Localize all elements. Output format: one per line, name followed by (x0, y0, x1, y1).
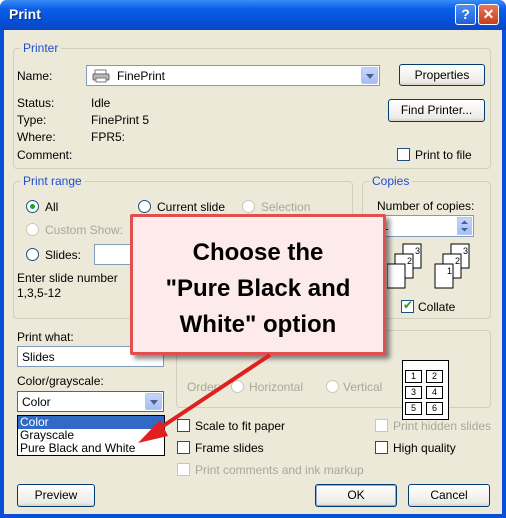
properties-button[interactable]: Properties (399, 64, 485, 86)
page-number-3: 3 (405, 386, 422, 399)
svg-text:3: 3 (415, 246, 420, 256)
ok-button[interactable]: OK (315, 484, 397, 507)
slide-number-example: 1,3,5-12 (17, 286, 62, 300)
slide-number-hint: Enter slide number (17, 271, 118, 285)
printer-legend: Printer (20, 41, 62, 55)
callout-text: Choose the "Pure Black and White" option (165, 239, 351, 338)
print-to-file-checkbox[interactable] (397, 148, 410, 161)
printer-name-label: Name: (17, 69, 53, 83)
find-printer-label: Find Printer... (400, 103, 473, 117)
page-number-2: 2 (426, 370, 443, 383)
instruction-callout: Choose the "Pure Black and White" option (130, 214, 386, 355)
print-range-legend: Print range (20, 174, 85, 188)
selection-label: Selection (261, 200, 311, 214)
status-value: Idle (91, 96, 111, 110)
high-quality-checkbox[interactable] (375, 441, 388, 454)
svg-text:1: 1 (447, 266, 452, 276)
print-dialog: Print ? ✕ Printer Name: FinePrint Proper… (0, 0, 506, 518)
custom-show-label: Custom Show: (45, 223, 124, 237)
help-button[interactable]: ? (455, 4, 476, 25)
number-of-copies-label: Number of copies: (377, 199, 475, 213)
print-hidden-checkbox[interactable] (375, 419, 388, 432)
cancel-button[interactable]: Cancel (408, 484, 490, 507)
high-quality-label: High quality (393, 441, 456, 455)
print-hidden-label: Print hidden slides (393, 419, 492, 433)
print-what-label: Print what: (17, 330, 74, 344)
ok-label: OK (347, 488, 365, 502)
color-grayscale-value: Color (22, 395, 51, 409)
all-label: All (45, 200, 59, 214)
slides-label: Slides: (45, 248, 82, 262)
cancel-label: Cancel (430, 488, 468, 502)
print-what-value: Slides (22, 350, 55, 364)
vertical-radio[interactable] (326, 380, 339, 393)
current-slide-label: Current slide (157, 200, 226, 214)
print-comments-label: Print comments and ink markup (195, 463, 364, 477)
collate-label: Collate (418, 300, 456, 314)
where-value: FPR5: (91, 130, 126, 144)
type-value: FinePrint 5 (91, 113, 150, 127)
page-number-5: 5 (405, 402, 422, 415)
preview-button[interactable]: Preview (17, 484, 95, 507)
print-to-file-label: Print to file (415, 148, 472, 162)
close-button[interactable]: ✕ (478, 4, 499, 25)
printer-icon (92, 69, 110, 83)
comment-label: Comment: (17, 148, 73, 162)
collate-icon: 32 321 (386, 242, 477, 297)
window-title: Print (9, 6, 41, 22)
svg-text:2: 2 (455, 256, 460, 266)
type-label: Type: (17, 113, 47, 127)
status-label: Status: (17, 96, 55, 110)
copies-legend: Copies (369, 174, 413, 188)
where-label: Where: (17, 130, 56, 144)
pointer-arrow-icon (138, 353, 272, 443)
copies-stepper[interactable]: 1 (377, 215, 474, 237)
help-icon: ? (461, 6, 470, 22)
svg-text:3: 3 (463, 246, 468, 256)
all-radio[interactable] (26, 200, 39, 213)
handout-preview: 1 2 3 4 5 6 (402, 360, 449, 420)
vertical-label: Vertical (343, 380, 383, 394)
page-number-4: 4 (426, 386, 443, 399)
chevron-down-icon[interactable] (361, 67, 378, 84)
svg-text:2: 2 (407, 256, 412, 266)
slides-radio[interactable] (26, 248, 39, 261)
properties-label: Properties (414, 68, 470, 82)
close-icon: ✕ (482, 6, 495, 22)
custom-show-radio[interactable] (26, 223, 39, 236)
page-number-1: 1 (405, 370, 422, 383)
find-printer-button[interactable]: Find Printer... (388, 99, 485, 122)
current-slide-radio[interactable] (138, 200, 151, 213)
print-comments-checkbox[interactable] (177, 463, 190, 476)
collate-checkbox[interactable] (401, 298, 414, 313)
page-number-6: 6 (426, 402, 443, 415)
selection-radio[interactable] (242, 200, 255, 213)
title-bar[interactable]: Print ? ✕ (0, 0, 506, 30)
printer-name-value: FinePrint (117, 69, 166, 83)
preview-label: Preview (34, 488, 78, 502)
spinner-icon[interactable] (457, 217, 472, 235)
color-grayscale-label: Color/grayscale: (17, 374, 104, 388)
printer-name-select[interactable]: FinePrint (86, 65, 380, 86)
